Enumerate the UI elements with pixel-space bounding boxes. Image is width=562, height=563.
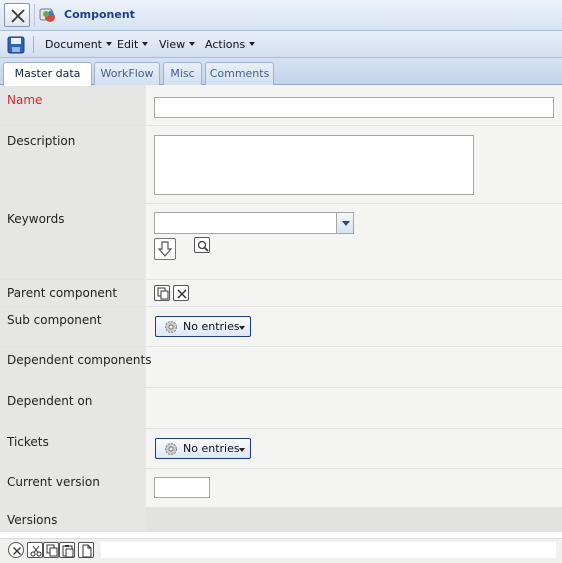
- menu-view-label: View: [159, 38, 186, 51]
- tickets-label: Tickets: [7, 435, 49, 449]
- dependent-on-label: Dependent on: [7, 394, 93, 408]
- description-textarea[interactable]: [154, 135, 474, 195]
- paste-icon[interactable]: [59, 542, 75, 558]
- name-label: Name: [7, 93, 43, 107]
- window-title: Component: [64, 8, 135, 21]
- form-row-current-version: Current version: [0, 469, 562, 508]
- form-row-sub-component: Sub component No entries: [0, 307, 562, 347]
- form-row-keywords: Keywords: [0, 204, 562, 280]
- gear-icon: [165, 443, 177, 455]
- tab-misc[interactable]: Misc: [163, 62, 202, 85]
- magnifier-icon[interactable]: [194, 237, 210, 253]
- form-row-name: Name: [0, 85, 562, 126]
- caret-down-icon: [189, 42, 196, 46]
- remove-x-icon[interactable]: [173, 285, 189, 301]
- copy-icon[interactable]: [154, 285, 170, 301]
- caret-down-icon: [249, 42, 256, 46]
- sub-component-entries-button[interactable]: No entries: [155, 316, 251, 337]
- parent-component-label: Parent component: [7, 286, 118, 300]
- keywords-label: Keywords: [7, 212, 65, 226]
- title-separator: [34, 4, 35, 26]
- form-row-parent-component: Parent component: [0, 280, 562, 307]
- caret-down-icon: [239, 448, 245, 452]
- versions-toolbar-field: [100, 541, 557, 559]
- form-row-versions: Versions: [0, 508, 562, 532]
- caret-down-icon: [239, 326, 245, 330]
- tickets-entries-label: No entries: [183, 442, 240, 455]
- close-window-button[interactable]: [4, 3, 30, 27]
- tab-comments[interactable]: Comments: [205, 62, 274, 85]
- save-disk-icon[interactable]: [7, 36, 25, 54]
- form-row-tickets: Tickets No entries: [0, 429, 562, 469]
- remove-x-icon[interactable]: [8, 542, 24, 558]
- form-row-description: Description: [0, 126, 562, 204]
- caret-down-icon: [106, 42, 112, 46]
- arrow-down-icon[interactable]: [154, 238, 176, 260]
- menu-document-label: Document: [45, 38, 102, 51]
- sub-component-entries-label: No entries: [183, 320, 240, 333]
- caret-down-icon: [142, 42, 149, 46]
- menu-document[interactable]: Document: [45, 38, 112, 51]
- menu-actions-label: Actions: [205, 38, 246, 51]
- keywords-combobox[interactable]: [154, 212, 354, 234]
- name-input[interactable]: [154, 97, 554, 118]
- description-label: Description: [7, 134, 76, 148]
- tickets-entries-button[interactable]: No entries: [155, 438, 251, 459]
- gear-icon: [165, 321, 177, 333]
- current-version-label: Current version: [7, 475, 100, 489]
- sub-component-label: Sub component: [7, 313, 102, 327]
- tab-strip: Master data WorkFlow Misc Comments: [0, 58, 562, 86]
- menu-edit-label: Edit: [117, 38, 139, 51]
- menu-separator: [33, 36, 34, 53]
- new-document-icon[interactable]: [78, 542, 94, 558]
- form-row-dependent-components: Dependent components: [0, 347, 562, 388]
- copy-icon[interactable]: [43, 542, 59, 558]
- window-title-bar: Component: [0, 0, 562, 31]
- versions-toolbar: [0, 538, 562, 563]
- cut-icon[interactable]: [27, 542, 43, 558]
- component-icon: [38, 6, 58, 26]
- tab-workflow[interactable]: WorkFlow: [94, 62, 160, 85]
- close-x-icon: [11, 9, 25, 23]
- current-version-input[interactable]: [154, 477, 210, 498]
- menu-actions[interactable]: Actions: [205, 38, 256, 51]
- keywords-dropdown-button[interactable]: [336, 213, 353, 233]
- versions-label: Versions: [7, 513, 58, 527]
- menu-edit[interactable]: Edit: [117, 38, 149, 51]
- tab-master-data[interactable]: Master data: [3, 62, 92, 86]
- form-row-dependent-on: Dependent on: [0, 388, 562, 429]
- menu-bar: Document Edit View Actions: [0, 31, 562, 58]
- dependent-components-label: Dependent components: [7, 353, 152, 367]
- menu-view[interactable]: View: [159, 38, 196, 51]
